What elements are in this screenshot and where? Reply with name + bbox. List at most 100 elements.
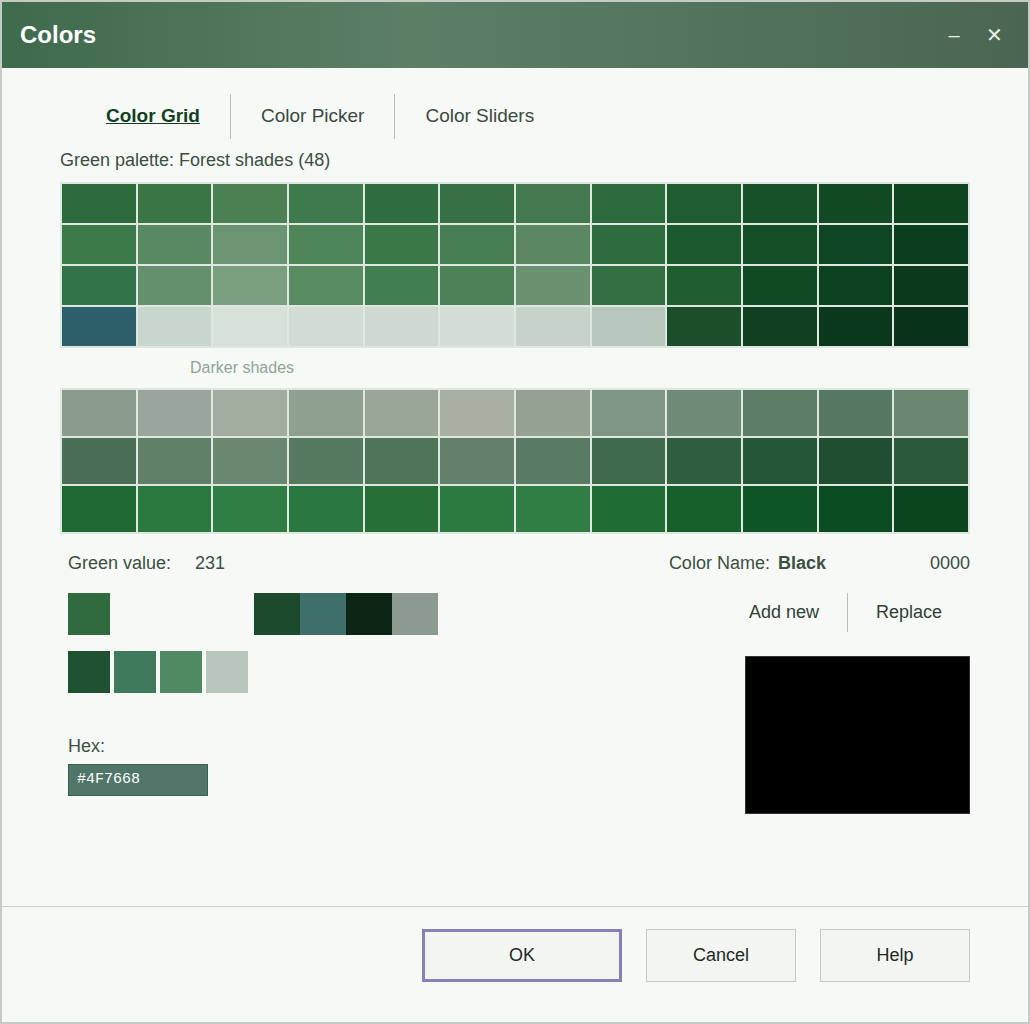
color-swatch[interactable]: [894, 390, 968, 436]
recent-swatch[interactable]: [300, 593, 346, 635]
color-swatch[interactable]: [138, 266, 212, 305]
color-swatch[interactable]: [894, 184, 968, 223]
color-swatch[interactable]: [138, 184, 212, 223]
color-swatch[interactable]: [592, 390, 666, 436]
color-swatch[interactable]: [667, 225, 741, 264]
color-swatch[interactable]: [213, 438, 287, 484]
color-swatch[interactable]: [516, 438, 590, 484]
color-swatch[interactable]: [62, 307, 136, 346]
ok-button[interactable]: OK: [422, 929, 622, 982]
color-swatch[interactable]: [894, 438, 968, 484]
color-swatch[interactable]: [516, 184, 590, 223]
replace-button[interactable]: Replace: [847, 593, 970, 632]
color-swatch[interactable]: [62, 225, 136, 264]
color-swatch[interactable]: [138, 390, 212, 436]
color-swatch[interactable]: [894, 307, 968, 346]
custom-swatch[interactable]: [114, 651, 156, 693]
color-swatch[interactable]: [289, 438, 363, 484]
color-swatch[interactable]: [213, 266, 287, 305]
color-swatch[interactable]: [819, 486, 893, 532]
color-swatch[interactable]: [289, 486, 363, 532]
color-swatch[interactable]: [440, 438, 514, 484]
color-swatch[interactable]: [440, 390, 514, 436]
tab[interactable]: Color Grid: [76, 94, 230, 139]
color-swatch[interactable]: [516, 390, 590, 436]
color-swatch[interactable]: [62, 266, 136, 305]
color-swatch[interactable]: [365, 266, 439, 305]
color-swatch[interactable]: [667, 438, 741, 484]
color-swatch[interactable]: [819, 225, 893, 264]
color-swatch[interactable]: [62, 184, 136, 223]
tab[interactable]: Color Picker: [230, 94, 394, 139]
color-swatch[interactable]: [440, 225, 514, 264]
custom-swatch[interactable]: [160, 651, 202, 693]
color-swatch[interactable]: [667, 390, 741, 436]
color-swatch[interactable]: [592, 486, 666, 532]
color-swatch[interactable]: [592, 438, 666, 484]
color-swatch[interactable]: [213, 307, 287, 346]
color-swatch[interactable]: [667, 486, 741, 532]
color-swatch[interactable]: [365, 390, 439, 436]
color-swatch[interactable]: [213, 390, 287, 436]
add-button[interactable]: Add new: [721, 593, 847, 632]
color-swatch[interactable]: [365, 438, 439, 484]
color-swatch[interactable]: [289, 266, 363, 305]
recent-swatch[interactable]: [346, 593, 392, 635]
color-swatch[interactable]: [592, 225, 666, 264]
color-swatch[interactable]: [440, 486, 514, 532]
color-swatch[interactable]: [289, 184, 363, 223]
color-swatch[interactable]: [743, 486, 817, 532]
color-swatch[interactable]: [213, 486, 287, 532]
color-swatch[interactable]: [819, 390, 893, 436]
color-swatch[interactable]: [819, 266, 893, 305]
color-swatch[interactable]: [365, 184, 439, 223]
color-swatch[interactable]: [365, 225, 439, 264]
color-swatch[interactable]: [592, 266, 666, 305]
color-swatch[interactable]: [516, 486, 590, 532]
color-swatch[interactable]: [667, 184, 741, 223]
color-swatch[interactable]: [289, 225, 363, 264]
color-swatch[interactable]: [592, 184, 666, 223]
color-swatch[interactable]: [516, 225, 590, 264]
tab[interactable]: Color Sliders: [394, 94, 564, 139]
color-swatch[interactable]: [138, 438, 212, 484]
color-swatch[interactable]: [62, 390, 136, 436]
color-swatch[interactable]: [667, 266, 741, 305]
color-swatch[interactable]: [894, 225, 968, 264]
color-swatch[interactable]: [213, 225, 287, 264]
color-swatch[interactable]: [743, 438, 817, 484]
color-swatch[interactable]: [62, 438, 136, 484]
color-swatch[interactable]: [138, 307, 212, 346]
color-swatch[interactable]: [138, 486, 212, 532]
color-swatch[interactable]: [894, 266, 968, 305]
color-swatch[interactable]: [440, 307, 514, 346]
color-swatch[interactable]: [819, 438, 893, 484]
color-swatch[interactable]: [743, 184, 817, 223]
color-swatch[interactable]: [743, 390, 817, 436]
color-swatch[interactable]: [213, 184, 287, 223]
color-swatch[interactable]: [365, 486, 439, 532]
color-swatch[interactable]: [592, 307, 666, 346]
color-swatch[interactable]: [289, 307, 363, 346]
recent-swatch[interactable]: [392, 593, 438, 635]
color-swatch[interactable]: [138, 225, 212, 264]
help-button[interactable]: Help: [820, 929, 970, 982]
color-swatch[interactable]: [365, 307, 439, 346]
color-swatch[interactable]: [743, 266, 817, 305]
recent-swatch[interactable]: [254, 593, 300, 635]
custom-swatch[interactable]: [68, 651, 110, 693]
color-swatch[interactable]: [516, 307, 590, 346]
color-swatch[interactable]: [440, 184, 514, 223]
custom-swatch[interactable]: [206, 651, 248, 693]
minimize-button[interactable]: –: [938, 20, 970, 50]
hex-input[interactable]: [68, 764, 208, 797]
color-swatch[interactable]: [819, 307, 893, 346]
color-swatch[interactable]: [819, 184, 893, 223]
color-swatch[interactable]: [516, 266, 590, 305]
color-swatch[interactable]: [289, 390, 363, 436]
cancel-button[interactable]: Cancel: [646, 929, 796, 982]
color-swatch[interactable]: [667, 307, 741, 346]
color-swatch[interactable]: [894, 486, 968, 532]
color-swatch[interactable]: [743, 307, 817, 346]
color-swatch[interactable]: [440, 266, 514, 305]
